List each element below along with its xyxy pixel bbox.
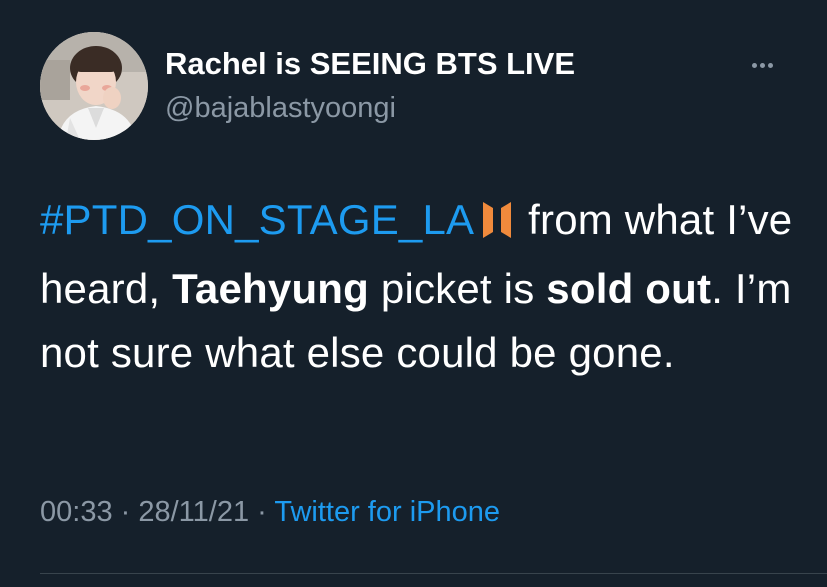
bold-name: Taehyung	[172, 265, 370, 312]
bts-logo-emoji-icon	[482, 193, 512, 257]
display-name[interactable]: Rachel is SEEING BTS LIVE	[165, 46, 575, 82]
tweet-text: #PTD_ON_STAGE_LA from what I’ve heard, T…	[40, 188, 800, 385]
user-handle[interactable]: @bajablastyoongi	[165, 92, 396, 125]
divider	[40, 573, 827, 574]
hashtag-link[interactable]: #PTD_ON_STAGE_LA	[40, 196, 474, 243]
tweet-card: Rachel is SEEING BTS LIVE @bajablastyoon…	[0, 0, 827, 587]
avatar[interactable]	[40, 32, 148, 140]
tweet-metadata: 00:33 · 28/11/21 · Twitter for iPhone	[40, 496, 500, 528]
avatar-photo	[40, 32, 148, 140]
more-options-button[interactable]	[742, 50, 782, 80]
tweet-source-link[interactable]: Twitter for iPhone	[274, 496, 500, 528]
more-horizontal-icon	[751, 62, 757, 68]
bold-status: sold out	[546, 265, 712, 312]
tweet-date[interactable]: 28/11/21	[138, 496, 249, 528]
tweet-time[interactable]: 00:33	[40, 496, 113, 528]
